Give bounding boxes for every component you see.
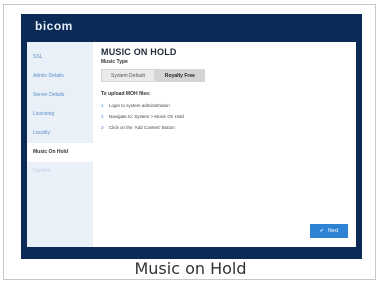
step-item: 1 Login to system administration xyxy=(101,103,351,108)
step-text: Login to system administration xyxy=(109,103,170,108)
royalty-free-option[interactable]: Royalty Free xyxy=(154,69,205,82)
step-item: 2 Navigate to: System > Music On Hold xyxy=(101,114,351,119)
image-caption: Music on Hold xyxy=(134,259,247,278)
upload-heading: To upload MOH files: xyxy=(101,91,151,97)
bicom-logo: bicom xyxy=(35,19,73,33)
step-item: 3 Click on the 'Add Content' Button xyxy=(101,125,351,130)
music-type-toggle: System Default Royalty Free xyxy=(101,69,351,82)
sidebar-item-ssl[interactable]: SSL xyxy=(27,48,93,67)
step-text: Navigate to: System > Music On Hold xyxy=(109,114,184,119)
next-button-label: Next xyxy=(327,228,339,234)
sidebar-item-music-on-hold[interactable]: Music On Hold xyxy=(27,143,93,162)
wizard-panel: SSL Admin Details Server Details Licensi… xyxy=(27,42,356,247)
page-title: MUSIC ON HOLD xyxy=(101,47,177,57)
system-default-option[interactable]: System Default xyxy=(101,69,155,82)
sidebar-item-admin-details[interactable]: Admin Details xyxy=(27,67,93,86)
wizard-content: MUSIC ON HOLD Music Type System Default … xyxy=(101,47,351,242)
next-button[interactable]: ✔ Next xyxy=(310,224,348,238)
check-icon: ✔ xyxy=(319,228,324,234)
top-bar: bicom xyxy=(21,14,362,36)
wizard-sidebar: SSL Admin Details Server Details Licensi… xyxy=(27,42,93,247)
music-type-label: Music Type xyxy=(101,59,128,65)
step-text: Click on the 'Add Content' Button xyxy=(109,125,175,130)
sidebar-item-server-details[interactable]: Server Details xyxy=(27,86,93,105)
step-number: 2 xyxy=(101,114,104,119)
thumbnail-frame: bicom SSL Admin Details Server Details L… xyxy=(3,4,376,280)
step-number: 1 xyxy=(101,103,104,108)
screenshot: bicom SSL Admin Details Server Details L… xyxy=(21,14,362,259)
sidebar-item-locality[interactable]: Locality xyxy=(27,124,93,143)
step-number: 3 xyxy=(101,125,104,130)
sidebar-item-confirm: Confirm xyxy=(33,168,51,174)
sidebar-item-licensing[interactable]: Licensing xyxy=(27,105,93,124)
